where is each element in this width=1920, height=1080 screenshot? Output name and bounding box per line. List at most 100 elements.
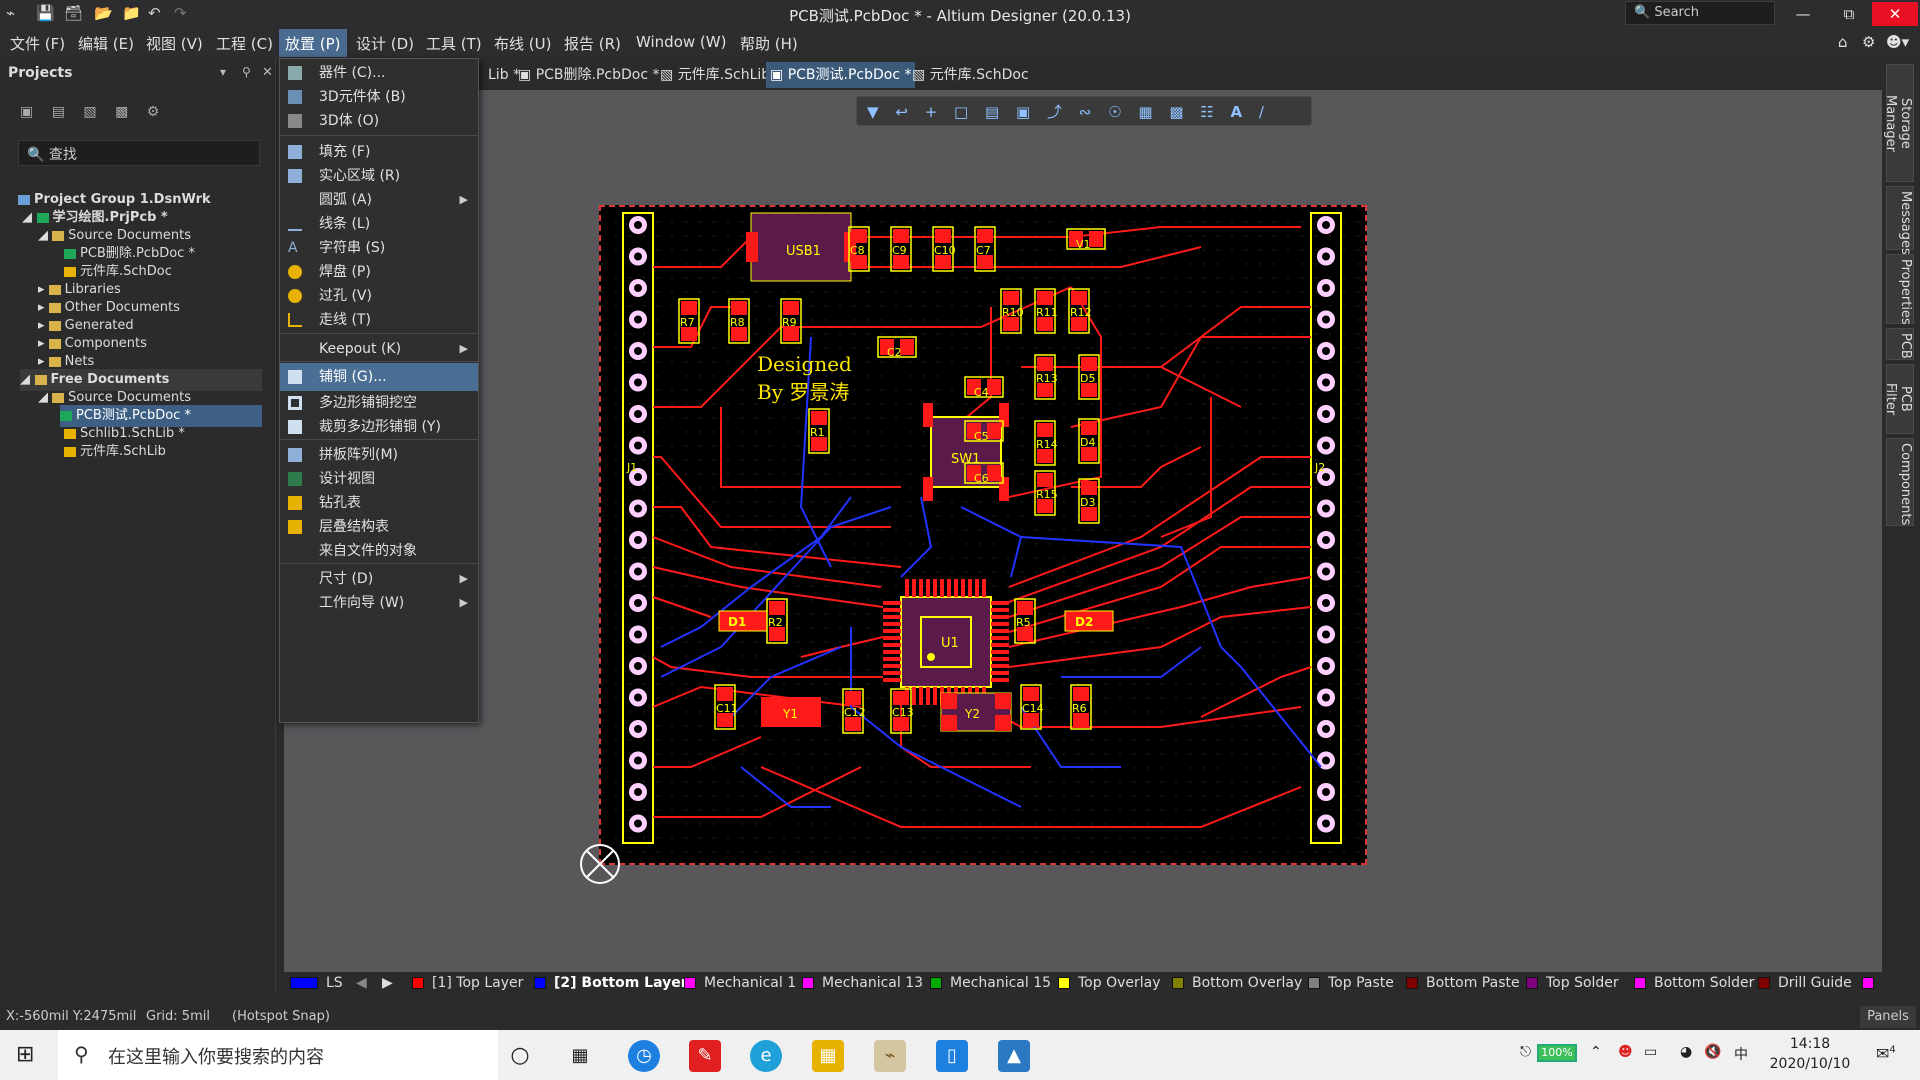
panels-button[interactable]: Panels bbox=[1860, 1006, 1916, 1028]
tab-schlib[interactable]: ▧ 元件库.SchLib bbox=[656, 62, 774, 88]
layer-more[interactable] bbox=[1862, 975, 1882, 991]
polygon-icon[interactable]: ▦ bbox=[1138, 103, 1152, 121]
clock-app-icon[interactable]: ◷ bbox=[628, 1040, 660, 1072]
layer-bottom-solder[interactable]: Bottom Solder bbox=[1634, 975, 1754, 991]
tab-pcb-test[interactable]: ▣ PCB测试.PcbDoc * bbox=[766, 62, 916, 88]
menu-place-slice-polygon[interactable]: 裁剪多边形铺铜 (Y) bbox=[280, 413, 478, 441]
crosshair-icon[interactable]: + bbox=[925, 103, 938, 121]
system-clock[interactable]: 14:18 2020/10/10 bbox=[1755, 1034, 1865, 1074]
menu-place-polygon-pour[interactable]: 铺铜 (G)... bbox=[280, 363, 478, 391]
menu-design[interactable]: 设计 (D) bbox=[352, 33, 418, 54]
select-rect-icon[interactable]: □ bbox=[954, 103, 968, 121]
menu-view[interactable]: 视图 (V) bbox=[142, 33, 207, 54]
qq-icon[interactable]: ☻ bbox=[1618, 1044, 1633, 1060]
copy-icon[interactable]: ▤ bbox=[52, 104, 65, 120]
layer-drill-guide[interactable]: Drill Guide bbox=[1758, 975, 1852, 991]
menu-place-object-from-file[interactable]: 来自文件的对象 bbox=[280, 537, 478, 565]
windows-start-icon[interactable]: ⊞ bbox=[16, 1042, 34, 1067]
folder-close-icon[interactable]: ▩ bbox=[115, 104, 128, 120]
wifi-icon[interactable]: ◕ bbox=[1680, 1044, 1692, 1060]
menu-edit[interactable]: 编辑 (E) bbox=[74, 33, 138, 54]
minimize-button[interactable]: — bbox=[1780, 2, 1826, 26]
layer-bottom-paste[interactable]: Bottom Paste bbox=[1406, 975, 1520, 991]
layer-scroll-left-icon[interactable]: ◀ bbox=[356, 975, 367, 991]
layer-top-paste[interactable]: Top Paste bbox=[1308, 975, 1394, 991]
menu-tools[interactable]: 工具 (T) bbox=[422, 33, 486, 54]
menu-place-keepout[interactable]: Keepout (K) ▶ bbox=[280, 335, 478, 363]
task-view-icon[interactable]: ▦ bbox=[564, 1040, 596, 1072]
pcb-board[interactable]: USB1 SW1 U1 Y1 Y2 D1 D2 C8 C9 C10 C7 V1 R7 R8 R… bbox=[599, 205, 1367, 865]
menu-place-work-guide[interactable]: 工作向导 (W) ▶ bbox=[280, 589, 478, 617]
file-explorer-icon[interactable]: ▦ bbox=[812, 1040, 844, 1072]
projects-search-input[interactable]: 🔍 查找 bbox=[18, 140, 260, 166]
taskbar-search-input[interactable]: 在这里输入你要搜索的内容 bbox=[58, 1030, 498, 1080]
line-icon[interactable]: ∕ bbox=[1259, 103, 1264, 121]
panel-menu-icon[interactable]: ▾ bbox=[220, 65, 226, 79]
close-button[interactable]: ✕ bbox=[1872, 2, 1918, 26]
altium-designer-icon[interactable]: ⌁ bbox=[874, 1040, 906, 1072]
menu-route[interactable]: 布线 (U) bbox=[490, 33, 555, 54]
text-icon[interactable]: A bbox=[1231, 103, 1243, 121]
menu-place-3d[interactable]: 3D体 (O) bbox=[280, 107, 478, 135]
tree-schlib[interactable]: 元件库.SchLib bbox=[64, 441, 166, 463]
panel-tab-pcb-filter[interactable]: PCB Filter bbox=[1883, 364, 1914, 434]
cortana-icon[interactable]: ○ bbox=[504, 1040, 536, 1072]
global-search[interactable]: 🔍 Search bbox=[1625, 1, 1775, 25]
menu-file[interactable]: 文件 (F) bbox=[6, 33, 69, 54]
panel-tab-components[interactable]: Components bbox=[1886, 438, 1914, 526]
folder-open-icon[interactable]: ▧ bbox=[83, 104, 96, 120]
component-icon[interactable]: ▣ bbox=[1016, 103, 1030, 121]
pin-icon[interactable]: ⚲ bbox=[242, 65, 251, 79]
menu-reports[interactable]: 报告 (R) bbox=[560, 33, 625, 54]
panel-tab-pcb[interactable]: PCB bbox=[1886, 328, 1914, 360]
interactive-route-icon[interactable]: ↩ bbox=[895, 103, 908, 121]
home-icon[interactable]: ⌂ bbox=[1834, 33, 1852, 51]
layer-mechanical-1[interactable]: Mechanical 1 bbox=[684, 975, 796, 991]
phone-app-icon[interactable]: ▯ bbox=[936, 1040, 968, 1072]
battery-icon[interactable]: ▭ bbox=[1644, 1044, 1657, 1060]
panel-tab-storage-manager[interactable]: Storage Manager bbox=[1883, 64, 1914, 182]
tray-expand-icon[interactable]: ⌃ bbox=[1590, 1044, 1602, 1060]
menu-place[interactable]: 放置 (P) bbox=[279, 29, 347, 57]
ime-indicator[interactable]: 中 bbox=[1734, 1044, 1748, 1064]
layer-set-ls[interactable]: LS bbox=[290, 975, 343, 991]
layer-bottom[interactable]: [2] Bottom Layer bbox=[534, 975, 688, 991]
panel-tab-messages[interactable]: Messages bbox=[1886, 186, 1914, 255]
panel-tab-properties[interactable]: Properties bbox=[1886, 254, 1914, 325]
filter-icon[interactable]: ▼ bbox=[867, 103, 879, 121]
layer-mechanical-15[interactable]: Mechanical 15 bbox=[930, 975, 1051, 991]
diff-pair-icon[interactable]: ∾ bbox=[1079, 103, 1092, 121]
gear-icon[interactable]: ⚙ bbox=[147, 104, 160, 120]
panel-close-icon[interactable]: ✕ bbox=[262, 65, 273, 80]
menu-window[interactable]: Window (W) bbox=[632, 33, 730, 51]
layer-top[interactable]: [1] Top Layer bbox=[412, 975, 523, 991]
notification-center-icon[interactable]: ✉4 bbox=[1876, 1044, 1896, 1063]
layer-scroll-right-icon[interactable]: ▶ bbox=[382, 975, 393, 991]
account-icon[interactable]: ☻▾ bbox=[1882, 33, 1913, 51]
via-icon[interactable]: ☉ bbox=[1108, 103, 1121, 121]
string-icon: A bbox=[288, 240, 298, 256]
settings-icon[interactable]: ⚙ bbox=[1858, 33, 1879, 51]
dimension-icon[interactable]: ☷ bbox=[1200, 103, 1213, 121]
edge-browser-icon[interactable]: e bbox=[750, 1040, 782, 1072]
layer-mechanical-13[interactable]: Mechanical 13 bbox=[802, 975, 923, 991]
pdf-app-icon[interactable]: ✎ bbox=[689, 1040, 721, 1072]
tab-schdoc[interactable]: ▧ 元件库.SchDoc bbox=[908, 62, 1033, 88]
menu-place-track[interactable]: 走线 (T) bbox=[280, 306, 478, 334]
layer-top-solder[interactable]: Top Solder bbox=[1526, 975, 1619, 991]
battery-indicator[interactable]: 100% bbox=[1537, 1044, 1577, 1062]
region-icon[interactable]: ▩ bbox=[1169, 103, 1183, 121]
layer-top-overlay[interactable]: Top Overlay bbox=[1058, 975, 1161, 991]
volume-muted-icon[interactable]: 🔇 bbox=[1704, 1044, 1721, 1060]
photos-app-icon[interactable]: ▲ bbox=[998, 1040, 1030, 1072]
search-label: Search bbox=[1654, 5, 1699, 20]
tab-pcb-delete[interactable]: ▣ PCB删除.PcbDoc * bbox=[514, 62, 663, 88]
menu-project[interactable]: 工程 (C) bbox=[212, 33, 277, 54]
layer-bottom-overlay[interactable]: Bottom Overlay bbox=[1172, 975, 1302, 991]
usb-device-icon[interactable]: ⎋ bbox=[1520, 1044, 1531, 1060]
restore-button[interactable]: ⧉ bbox=[1826, 2, 1872, 26]
save-project-icon[interactable]: ▣ bbox=[20, 104, 33, 120]
menu-help[interactable]: 帮助 (H) bbox=[736, 33, 802, 54]
align-icon[interactable]: ▤ bbox=[985, 103, 999, 121]
route-icon[interactable]: ⤴ bbox=[1047, 103, 1062, 121]
